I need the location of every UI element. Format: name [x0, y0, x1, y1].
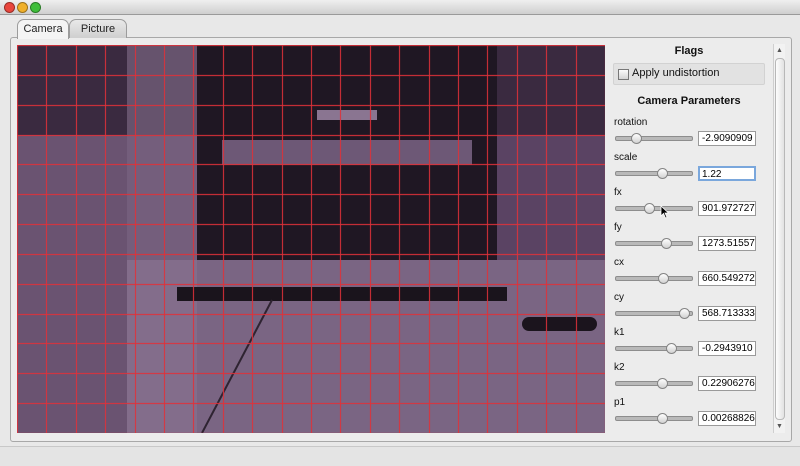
- scroll-up-icon[interactable]: ▲: [774, 45, 785, 56]
- slider-thumb-k1[interactable]: [666, 343, 678, 354]
- minimize-window-button[interactable]: [17, 2, 28, 13]
- flags-group: Apply undistortion: [613, 63, 765, 85]
- slider-fx[interactable]: [615, 203, 693, 214]
- param-label-k1: k1: [614, 327, 625, 338]
- mouse-cursor-icon: [660, 205, 670, 219]
- param-label-scale: scale: [614, 152, 638, 163]
- slider-thumb-scale[interactable]: [657, 168, 669, 179]
- tab-picture[interactable]: Picture: [69, 19, 127, 38]
- camera-image-view[interactable]: [17, 45, 605, 433]
- slider-thumb-cx[interactable]: [658, 273, 670, 284]
- flags-title: Flags: [674, 45, 704, 57]
- slider-thumb-fx[interactable]: [644, 203, 656, 214]
- param-label-k2: k2: [614, 362, 625, 373]
- param-label-cy: cy: [614, 292, 624, 303]
- tab-camera[interactable]: Camera: [17, 19, 69, 39]
- board-panel: [222, 140, 472, 165]
- param-label-fy: fy: [614, 222, 622, 233]
- slider-k2[interactable]: [615, 378, 693, 389]
- slider-p1[interactable]: [615, 413, 693, 424]
- slider-thumb-k2[interactable]: [656, 378, 668, 389]
- camera-image: [17, 45, 605, 433]
- panel-scrollbar[interactable]: ▲ ▼: [773, 44, 785, 433]
- slider-thumb-rotation[interactable]: [630, 133, 642, 144]
- input-fy[interactable]: 1273.51557: [698, 236, 756, 251]
- scroll-down-icon[interactable]: ▼: [774, 421, 785, 432]
- param-label-p1: p1: [614, 397, 626, 408]
- input-cx[interactable]: 660.549272: [698, 271, 756, 286]
- slider-rotation[interactable]: [615, 133, 693, 144]
- rail-bar: [177, 287, 507, 301]
- slider-k1[interactable]: [615, 343, 693, 354]
- input-k2[interactable]: 0.22906276: [698, 376, 756, 391]
- slider-thumb-cy[interactable]: [679, 308, 691, 319]
- board-label: [317, 110, 377, 120]
- status-bar: [0, 446, 800, 466]
- slider-thumb-fy[interactable]: [661, 238, 673, 249]
- param-label-cx: cx: [614, 257, 624, 268]
- slider-cx[interactable]: [615, 273, 693, 284]
- apply-undistortion-checkbox[interactable]: [618, 69, 629, 80]
- input-k1[interactable]: -0.2943910: [698, 341, 756, 356]
- pen-object: [522, 317, 597, 331]
- scrollbar-thumb[interactable]: [775, 58, 785, 420]
- zoom-window-button[interactable]: [30, 2, 41, 13]
- wall-highlight: [127, 45, 197, 433]
- slider-scale[interactable]: [615, 168, 693, 179]
- slider-fy[interactable]: [615, 238, 693, 249]
- param-label-fx: fx: [614, 187, 622, 198]
- input-cy[interactable]: 568.713333: [698, 306, 756, 321]
- settings-panel: Flags Apply undistortion Camera Paramete…: [610, 40, 770, 435]
- param-label-rotation: rotation: [614, 117, 648, 128]
- input-rotation[interactable]: -2.9090909: [698, 131, 756, 146]
- input-scale[interactable]: 1.22: [698, 166, 756, 181]
- close-window-button[interactable]: [4, 2, 15, 13]
- apply-undistortion-label[interactable]: Apply undistortion: [632, 67, 719, 79]
- window-titlebar: [0, 0, 800, 15]
- input-fx[interactable]: 901.972727: [698, 201, 756, 216]
- camera-parameters-title: Camera Parameters: [637, 95, 741, 107]
- slider-cy[interactable]: [615, 308, 693, 319]
- slider-thumb-p1[interactable]: [657, 413, 669, 424]
- input-p1[interactable]: 0.00268826: [698, 411, 756, 426]
